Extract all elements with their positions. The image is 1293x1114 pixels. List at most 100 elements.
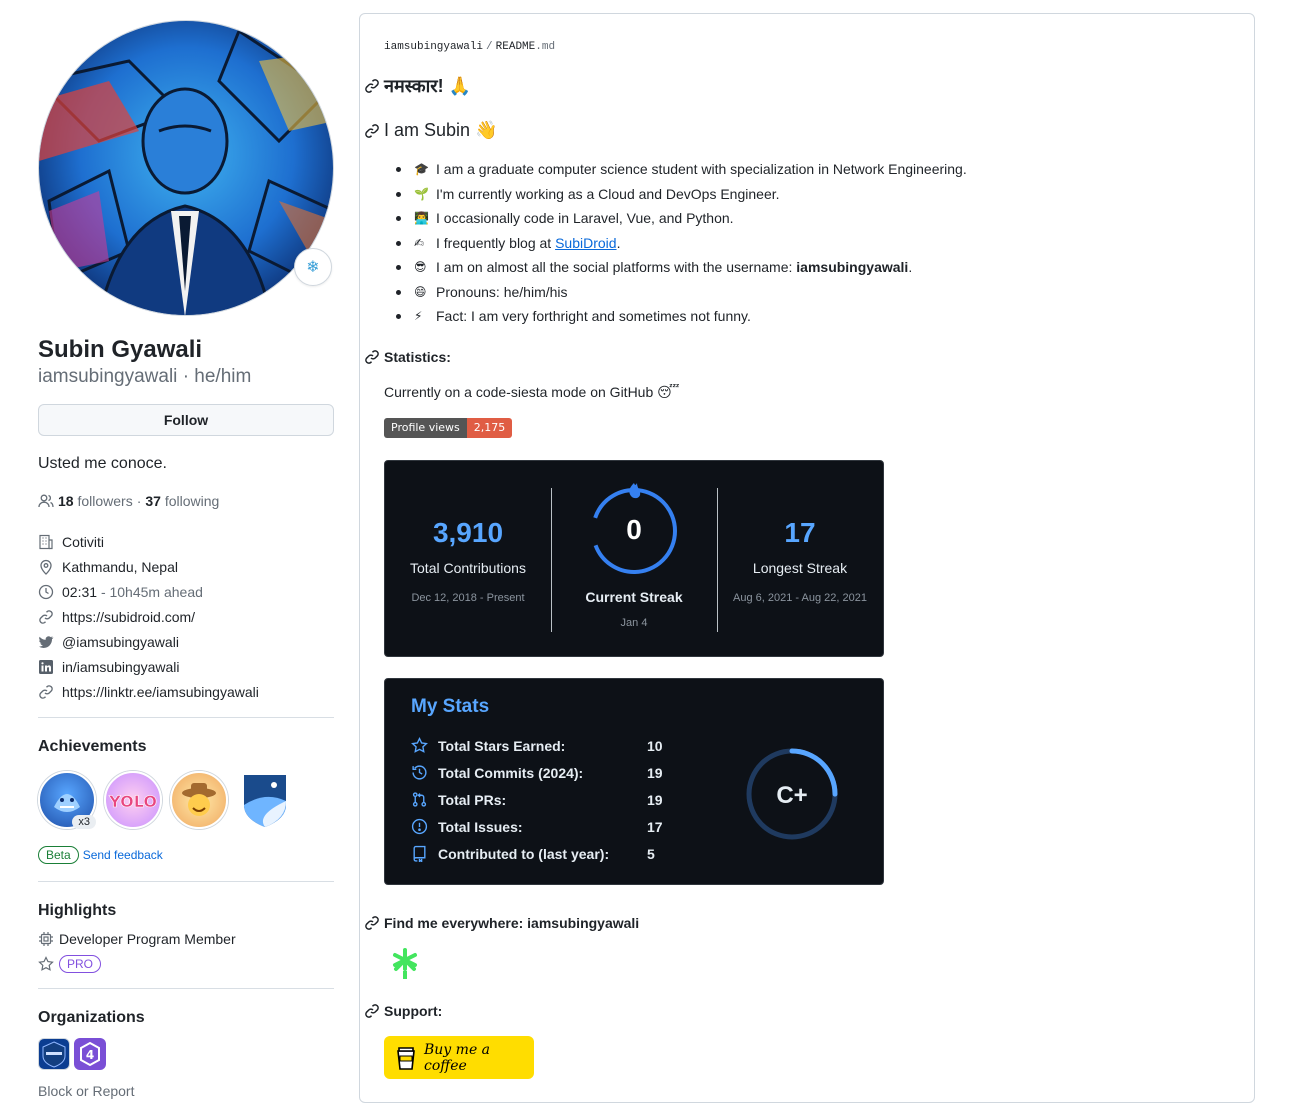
- followers-separator: ·: [136, 493, 142, 509]
- readme-breadcrumb: iamsubingyawali / README.md: [384, 41, 556, 53]
- anchor-link-icon[interactable]: [364, 1003, 380, 1019]
- stats-row: Total Stars Earned: 10: [411, 737, 663, 754]
- detail-linkedin[interactable]: in/iamsubingyawali: [38, 654, 336, 679]
- svg-text:4: 4: [86, 1048, 94, 1062]
- total-contributions-column: 3,910 Total Contributions Dec 12, 2018 -…: [385, 461, 551, 658]
- achievement-quickdraw[interactable]: [170, 771, 228, 829]
- followers-link[interactable]: 18 followers: [58, 493, 133, 509]
- stats-row: Total Issues: 17: [411, 818, 663, 835]
- pro-badge: PRO: [59, 955, 102, 973]
- stats-title: My Stats: [411, 696, 490, 717]
- anchor-link-icon[interactable]: [364, 915, 380, 931]
- rank-circle: C+: [746, 748, 838, 840]
- followers-row: 18 followers · 37 following: [38, 493, 336, 509]
- follow-button[interactable]: Follow: [38, 404, 334, 436]
- list-item: ⚡ Fact: I am very forthright and sometime…: [396, 308, 751, 325]
- linktree-logo-icon[interactable]: [390, 947, 420, 981]
- readme-heading-statistics: Statistics:: [364, 349, 451, 365]
- achievement-pull-shark[interactable]: x3: [38, 771, 96, 829]
- readme-heading-intro: I am Subin 👋: [364, 120, 497, 141]
- highlight-pro: PRO: [38, 955, 336, 973]
- total-contributions-label: Total Contributions: [410, 560, 526, 576]
- longest-streak-column: 17 Longest Streak Aug 6, 2021 - Aug 22, …: [717, 461, 883, 658]
- building-icon: [38, 534, 54, 550]
- issue-icon: [411, 818, 428, 835]
- achievement-count-badge: x3: [72, 815, 96, 829]
- list-item: 😄 Pronouns: he/him/his: [396, 283, 568, 300]
- readme-panel: iamsubingyawali / README.md नमस्कार! 🙏 I a…: [359, 13, 1255, 1103]
- beta-label: Beta: [38, 846, 79, 864]
- subidroid-link[interactable]: SubiDroid: [555, 235, 616, 251]
- detail-location: Kathmandu, Nepal: [38, 554, 336, 579]
- organizations-title: Organizations: [38, 1009, 145, 1026]
- stats-row: Contributed to (last year): 5: [411, 845, 655, 862]
- detail-website[interactable]: https://subidroid.com/: [38, 604, 336, 629]
- history-icon: [411, 764, 428, 781]
- divider: [38, 881, 334, 882]
- list-item: 🌱 I'm currently working as a Cloud and De…: [396, 185, 780, 202]
- profile-views-badge: Profile views 2,175: [384, 418, 513, 438]
- profile-pronouns: he/him: [194, 366, 252, 387]
- longest-streak-label: Longest Streak: [752, 560, 848, 576]
- list-item: ✍ I frequently blog at SubiDroid.: [396, 234, 621, 251]
- people-icon: [38, 493, 54, 509]
- breadcrumb-user-link[interactable]: iamsubingyawali: [384, 41, 483, 53]
- detail-linktree[interactable]: https://linktr.ee/iamsubingyawali: [38, 679, 336, 704]
- avatar[interactable]: [38, 20, 334, 316]
- streak-stats-card[interactable]: 3,910 Total Contributions Dec 12, 2018 -…: [384, 460, 884, 657]
- anchor-link-icon[interactable]: [364, 78, 380, 94]
- divider: [38, 717, 334, 718]
- star-icon: [411, 737, 428, 754]
- status-snowflake-icon[interactable]: ❄: [294, 248, 332, 286]
- anchor-link-icon[interactable]: [364, 123, 380, 139]
- pull-request-icon: [411, 791, 428, 808]
- organization-avatar[interactable]: 4: [74, 1038, 106, 1070]
- linkedin-icon: [38, 659, 54, 675]
- list-item: 😎 I am on almost all the social platforms…: [396, 259, 913, 276]
- anchor-link-icon[interactable]: [364, 349, 380, 365]
- profile-sidebar: ❄ Subin Gyawali iamsubingyawali · he/him…: [38, 20, 336, 1099]
- block-or-report-link[interactable]: Block or Report: [38, 1083, 336, 1099]
- time-offset: - 10h45m ahead: [100, 583, 203, 600]
- detail-company: Cotiviti: [38, 529, 336, 554]
- total-contributions-range: Dec 12, 2018 - Present: [411, 592, 525, 604]
- profile-login-line: iamsubingyawali · he/him: [38, 365, 336, 389]
- following-link[interactable]: 37 following: [145, 493, 219, 509]
- twitter-icon: [38, 634, 54, 650]
- star-icon: [38, 956, 54, 972]
- achievements-title: Achievements: [38, 738, 147, 755]
- send-feedback-link[interactable]: Send feedback: [83, 848, 163, 862]
- list-item: 🎓 I am a graduate computer science studen…: [396, 161, 967, 178]
- detail-twitter[interactable]: @iamsubingyawali: [38, 629, 336, 654]
- achievements-beta-row: Beta Send feedback: [38, 846, 336, 864]
- achievement-yolo[interactable]: YOLO: [104, 771, 162, 829]
- readme-bullet-list: 🎓 I am a graduate computer science studen…: [384, 157, 967, 329]
- list-item: 👨‍💻 I occasionally code in Laravel, Vue, …: [396, 210, 734, 227]
- total-contributions-value: 3,910: [432, 517, 504, 548]
- longest-streak-range: Aug 6, 2021 - Aug 22, 2021: [733, 592, 867, 604]
- current-streak-label: Current Streak: [585, 589, 683, 605]
- location-icon: [38, 559, 54, 575]
- current-streak-value: 0: [626, 514, 642, 545]
- repo-icon: [411, 845, 428, 862]
- profile-name: Subin Gyawali: [38, 336, 203, 363]
- buy-me-a-coffee-button[interactable]: Buy me a coffee: [384, 1036, 534, 1079]
- cpu-icon: [38, 931, 54, 947]
- github-stats-card[interactable]: My Stats Total Stars Earned: 10 Total Com…: [384, 678, 884, 885]
- link-icon: [38, 609, 54, 625]
- clock-icon: [38, 584, 54, 600]
- readme-heading-greeting: नमस्कार! 🙏: [364, 74, 471, 98]
- current-streak-date: Jan 4: [620, 617, 648, 629]
- organization-avatar[interactable]: [38, 1038, 70, 1070]
- achievement-arctic-code-vault[interactable]: [236, 771, 294, 829]
- stats-row: Total Commits (2024): 19: [411, 764, 663, 781]
- siesta-text: Currently on a code-siesta mode on GitHu…: [384, 384, 680, 400]
- organizations-list: 4: [38, 1038, 336, 1070]
- highlight-developer-program[interactable]: Developer Program Member: [38, 931, 336, 947]
- avatar-container: ❄: [38, 20, 334, 316]
- profile-login: iamsubingyawali: [38, 366, 178, 387]
- current-streak-column: 0 Current Streak Jan 4: [551, 461, 717, 658]
- readme-heading-find-me: Find me everywhere: iamsubingyawali: [364, 915, 639, 931]
- svg-text:YOLO: YOLO: [108, 792, 157, 811]
- readme-heading-support: Support:: [364, 1003, 442, 1019]
